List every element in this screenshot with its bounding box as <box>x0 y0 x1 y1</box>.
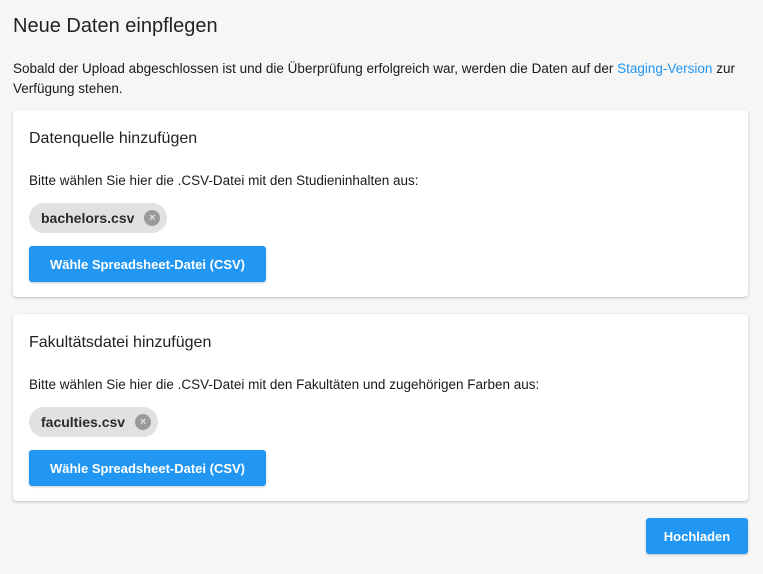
intro-text: Sobald der Upload abgeschlossen ist und … <box>13 59 753 99</box>
file-chip-label: bachelors.csv <box>41 210 135 226</box>
datasource-card: Datenquelle hinzufügen Bitte wählen Sie … <box>13 110 748 297</box>
file-chip-faculties: faculties.csv × <box>29 407 159 437</box>
file-chip-label: faculties.csv <box>41 414 126 430</box>
datasource-card-description: Bitte wählen Sie hier die .CSV-Datei mit… <box>29 173 419 188</box>
faculty-card-title: Fakultätsdatei hinzufügen <box>29 334 212 351</box>
upload-button[interactable]: Hochladen <box>646 518 748 554</box>
file-chip-bachelors: bachelors.csv × <box>29 203 168 233</box>
choose-faculty-file-button[interactable]: Wähle Spreadsheet-Datei (CSV) <box>29 450 266 486</box>
choose-datasource-file-button[interactable]: Wähle Spreadsheet-Datei (CSV) <box>29 246 266 282</box>
faculty-card-description: Bitte wählen Sie hier die .CSV-Datei mit… <box>29 377 540 392</box>
datasource-card-title: Datenquelle hinzufügen <box>29 130 198 147</box>
close-circle-icon[interactable]: × <box>135 414 152 430</box>
staging-version-link[interactable]: Staging-Version <box>617 61 712 76</box>
faculty-card: Fakultätsdatei hinzufügen Bitte wählen S… <box>13 314 748 501</box>
close-circle-icon[interactable]: × <box>144 210 161 226</box>
intro-text-main: Sobald der Upload abgeschlossen ist und … <box>13 61 618 76</box>
page-title: Neue Daten einpflegen <box>13 15 218 37</box>
